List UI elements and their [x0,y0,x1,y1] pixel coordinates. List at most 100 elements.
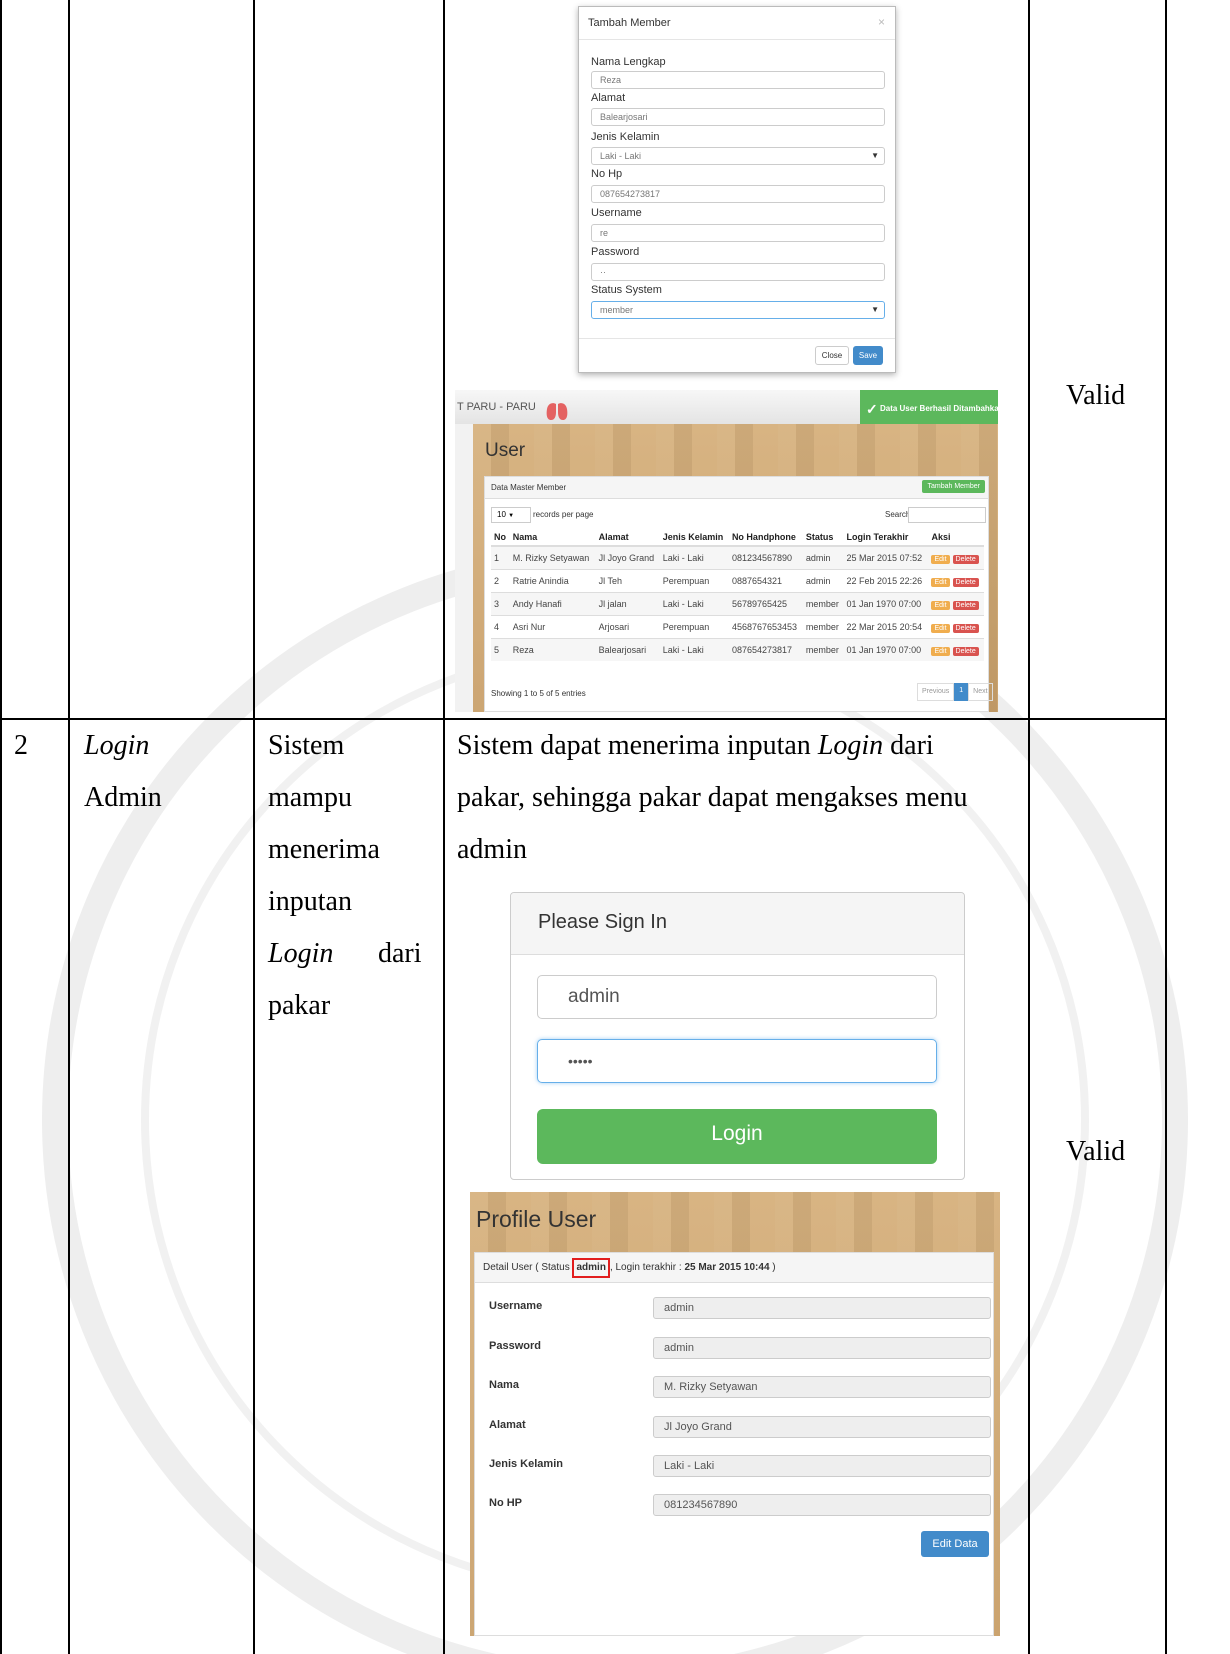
table-row: 1 M. Rizky Setyawan Jl Joyo Grand Laki - La… [491,545,984,570]
table-cell: 56789765425 [728,592,803,616]
action-cell: Edit Delete [928,592,984,616]
profile-panel: Detail User ( Status admin, Login terakh… [474,1252,994,1636]
row1-result: Valid [1066,380,1126,411]
login-button[interactable]: Login [537,1109,937,1164]
next-page[interactable]: Next [968,683,993,701]
password-input[interactable]: ••••• [537,1039,937,1083]
delete-button[interactable]: Delete [952,577,979,587]
alamat-input[interactable]: Balearjosari [591,108,885,126]
detail-mid: , Login terakhir : [609,1262,682,1273]
table-cell: 5 [491,638,510,661]
login-panel-heading: Please Sign In [511,893,964,955]
row2-hasil-line3: admin [457,834,527,865]
table-cell: Andy Hanafi [509,592,596,616]
table-cell: member [802,615,844,639]
previous-page[interactable]: Previous [917,683,955,701]
records-label: records per page [533,510,594,519]
page-size-select[interactable]: 10 ▼ [491,507,531,523]
username-field[interactable]: admin [653,1297,991,1319]
table-cell: Laki - Laki [659,545,729,570]
field-label: Jenis Kelamin [591,131,660,143]
member-table: No Nama Alamat Jenis Kelamin No Handphone Sta… [491,529,984,661]
status-system-select[interactable]: member ▼ [591,301,885,319]
table-cell: Balearjosari [595,638,660,661]
close-button[interactable]: Close [815,346,849,365]
edit-button[interactable]: Edit [931,623,950,633]
delete-button[interactable]: Delete [952,554,979,564]
delete-button[interactable]: Delete [952,600,979,610]
row2-hasil-line1: Sistem dapat menerima inputan Login dari [457,720,934,772]
column-header[interactable]: Nama [509,529,596,547]
password-field[interactable]: admin [653,1337,991,1359]
field-label: Alamat [489,1419,526,1431]
field-label: Status System [591,284,662,296]
table-cell: 22 Feb 2015 22:26 [843,569,929,593]
table-cell: 01 Jan 1970 07:00 [843,592,929,616]
table-cell: Jl jalan [595,592,660,616]
member-panel: Data Master Member Tambah Member 10 ▼ re… [484,476,993,712]
column-header[interactable]: Alamat [595,529,660,547]
username-input[interactable]: admin [537,975,937,1019]
search-input[interactable] [908,507,986,523]
password-input[interactable]: ·· [591,263,885,281]
column-header[interactable]: Aksi [928,529,984,547]
page-size-value: 10 [497,510,506,519]
page-1[interactable]: 1 [954,683,969,701]
detail-prefix: Detail User ( Status [483,1262,570,1273]
column-header[interactable]: No [491,529,510,547]
column-header[interactable]: Status [802,529,844,547]
table-cell: member [802,638,844,661]
nama-field[interactable]: M. Rizky Setyawan [653,1376,991,1398]
delete-button[interactable]: Delete [952,623,979,633]
edit-button[interactable]: Edit [931,600,950,610]
alamat-field[interactable]: Jl Joyo Grand [653,1416,991,1438]
table-cell: 0887654321 [728,569,803,593]
edit-button[interactable]: Edit [931,577,950,587]
edit-button[interactable]: Edit [931,646,950,656]
table-cell: Ratrie Anindia [509,569,596,593]
table-cell: Laki - Laki [659,592,729,616]
status-badge: admin [572,1258,610,1278]
table-cell: Asri Nur [509,615,596,639]
table-border-right [1165,0,1167,1654]
jenis-kelamin-field[interactable]: Laki - Laki [653,1455,991,1477]
edit-button[interactable]: Edit [931,554,950,564]
row2-number: 2 [14,730,28,761]
save-button[interactable]: Save [853,346,883,365]
showing-entries: Showing 1 to 5 of 5 entries [491,689,586,698]
table-row: 3 Andy Hanafi Jl jalan Laki - Laki 567897654… [491,592,984,616]
no-hp-field[interactable]: 081234567890 [653,1494,991,1516]
tambah-member-button[interactable]: Tambah Member [922,480,985,493]
brand-text: T PARU - PARU [457,401,536,413]
close-icon[interactable]: × [878,15,885,29]
row2-name-login: Login [84,730,150,761]
pagination: Previous 1 Next [917,683,993,701]
navbar: T PARU - PARU ✓ Data User Berhasil Ditam… [455,390,998,428]
no-hp-input[interactable]: 087654273817 [591,185,885,203]
tambah-member-modal: Tambah Member × Nama Lengkap Reza Alamat… [578,6,896,373]
column-header[interactable]: Login Terakhir [843,529,929,547]
action-cell: Edit Delete [928,545,984,570]
table-col-divider [1028,0,1030,1654]
nama-lengkap-input[interactable]: Reza [591,71,885,89]
modal-footer-divider [579,338,895,339]
delete-button[interactable]: Delete [952,646,979,656]
table-cell: 4 [491,615,510,639]
field-label: Username [489,1300,543,1312]
lungs-icon [546,398,568,420]
detail-suffix: ) [772,1262,776,1273]
field-label: Username [591,207,642,219]
username-input[interactable]: re [591,224,885,242]
modal-title: Tambah Member [588,17,671,29]
jenis-kelamin-select[interactable]: Laki - Laki ▼ [591,147,885,165]
table-cell: admin [802,569,844,593]
table-cell: 4568767653453 [728,615,803,639]
column-header[interactable]: No Handphone [728,529,803,547]
table-cell: Laki - Laki [659,638,729,661]
column-header[interactable]: Jenis Kelamin [659,529,729,547]
user-list-screenshot: T PARU - PARU ✓ Data User Berhasil Ditam… [455,390,998,712]
row2-name-admin: Admin [84,782,162,813]
chevron-down-icon: ▼ [871,151,879,160]
last-login: 25 Mar 2015 10:44 [684,1262,770,1273]
edit-data-button[interactable]: Edit Data [921,1531,989,1557]
